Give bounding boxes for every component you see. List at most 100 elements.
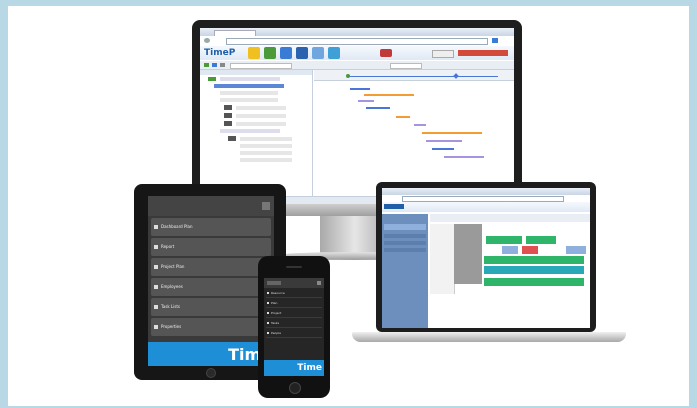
gantt-bar[interactable] (432, 148, 454, 150)
delete-icon[interactable] (220, 63, 225, 67)
phone-menu-icon[interactable] (317, 281, 321, 285)
tree-row[interactable] (236, 106, 286, 110)
user-button[interactable] (432, 50, 454, 58)
gantt-bar[interactable] (358, 100, 374, 102)
sidebar (382, 214, 428, 328)
gantt-bar[interactable] (366, 107, 390, 109)
tablet-menu-label: Task Lists (161, 304, 180, 309)
tree-row[interactable] (240, 158, 292, 162)
schedule-block[interactable] (502, 246, 518, 254)
tree-row[interactable] (220, 77, 280, 81)
phone-screen: Resource Plan Project Tasks People Time (264, 278, 324, 376)
search-input[interactable] (230, 63, 292, 69)
tablet-menu-item[interactable]: Dashboard Plan (151, 218, 271, 236)
phone-menu-item[interactable]: People (266, 329, 322, 338)
tree-header (200, 70, 312, 75)
tablet-brand-bar: Time (148, 342, 274, 366)
add-icon[interactable] (204, 63, 209, 67)
projects-icon[interactable] (296, 47, 308, 59)
tablet-menu-item[interactable]: Report (151, 238, 271, 256)
phone-menu-item[interactable]: Plan (266, 299, 322, 308)
chart-icon (267, 312, 269, 314)
tablet-menu-label: Employees (161, 284, 183, 289)
calendar-icon (154, 225, 158, 229)
tree-row[interactable] (240, 137, 292, 141)
back-icon[interactable] (204, 38, 210, 43)
sidebar-item[interactable] (384, 234, 426, 238)
edit-icon[interactable] (212, 63, 217, 67)
tablet-menu-item[interactable]: Properties (151, 318, 271, 336)
schedule-block[interactable] (484, 256, 584, 264)
dashboard-icon[interactable] (248, 47, 260, 59)
tree-row[interactable] (236, 114, 286, 118)
sidebar-item[interactable] (384, 248, 426, 252)
tree-row[interactable] (220, 129, 280, 133)
tree-row[interactable] (220, 98, 278, 102)
calendar-icon (267, 302, 269, 304)
phone-menu-label: Project (271, 311, 282, 315)
phone-menu-item[interactable]: Project (266, 309, 322, 318)
phone-menu-item[interactable]: Tasks (266, 319, 322, 328)
tablet-menu-label: Project Plan (161, 264, 185, 269)
browser-titlebar (382, 188, 590, 195)
reports-icon[interactable] (312, 47, 324, 59)
phone-menu-item[interactable]: Resource (266, 289, 322, 298)
tree-folder-icon (208, 77, 216, 81)
tablet-menu-item[interactable]: Task Lists (151, 298, 271, 316)
tree-row[interactable] (236, 122, 286, 126)
app-logo (384, 204, 404, 209)
tablet-menu-item[interactable]: Project Plan (151, 258, 271, 276)
tablet-menu-item[interactable]: Employees (151, 278, 271, 296)
milestone-icon (346, 74, 350, 78)
tree-row[interactable] (240, 144, 292, 148)
tree-row-selected[interactable] (214, 84, 284, 88)
tree-row[interactable] (240, 151, 292, 155)
people-icon[interactable] (280, 47, 292, 59)
tablet-menu-icon[interactable] (262, 202, 270, 210)
tree-row[interactable] (220, 91, 278, 95)
phone-brand-bar: Time (264, 360, 324, 376)
schedule-block[interactable] (484, 266, 584, 274)
gantt-summary-line (348, 76, 498, 77)
schedule-block[interactable] (522, 246, 538, 254)
tablet-menu-label: Properties (161, 324, 182, 329)
gantt-bar[interactable] (444, 156, 484, 158)
resources-icon[interactable] (264, 47, 276, 59)
tablet-screen: Dashboard Plan Report Project Plan Emplo… (148, 196, 274, 366)
laptop-base (352, 332, 626, 342)
gantt-bar[interactable] (350, 88, 370, 90)
schedule-block[interactable] (486, 236, 522, 244)
avatar (224, 105, 232, 110)
gantt-bar[interactable] (414, 124, 426, 126)
browser-tab[interactable] (214, 30, 256, 36)
avatar (228, 136, 236, 141)
phone-home-button[interactable] (289, 382, 301, 394)
app-header (382, 202, 590, 212)
avatar (224, 121, 232, 126)
gantt-bar[interactable] (422, 132, 482, 134)
phone-menu-label: People (271, 331, 281, 335)
alert-icon[interactable] (380, 49, 392, 57)
phone-menu-label: Plan (271, 301, 278, 305)
schedule-block[interactable] (526, 236, 556, 244)
tablet-home-button[interactable] (206, 368, 216, 378)
browser-menu-icon[interactable] (492, 38, 498, 43)
row-labels (430, 224, 455, 294)
date-field[interactable] (390, 63, 422, 69)
schedule-block[interactable] (566, 246, 586, 254)
phone-topbar (264, 278, 324, 288)
settings-icon[interactable] (328, 47, 340, 59)
gantt-bar[interactable] (426, 140, 462, 142)
sidebar-item[interactable] (384, 224, 426, 230)
brand-banner (458, 50, 508, 56)
gantt-bar[interactable] (364, 94, 414, 96)
menu-icon (267, 292, 269, 294)
document-icon (154, 245, 158, 249)
phone-speaker (286, 266, 302, 268)
gantt-bar[interactable] (396, 116, 410, 118)
schedule-block[interactable] (484, 278, 584, 286)
phone-menu-label: Resource (271, 291, 285, 295)
tablet-menu-label: Report (161, 244, 175, 249)
sidebar-item[interactable] (384, 241, 426, 245)
address-bar[interactable] (226, 38, 488, 45)
